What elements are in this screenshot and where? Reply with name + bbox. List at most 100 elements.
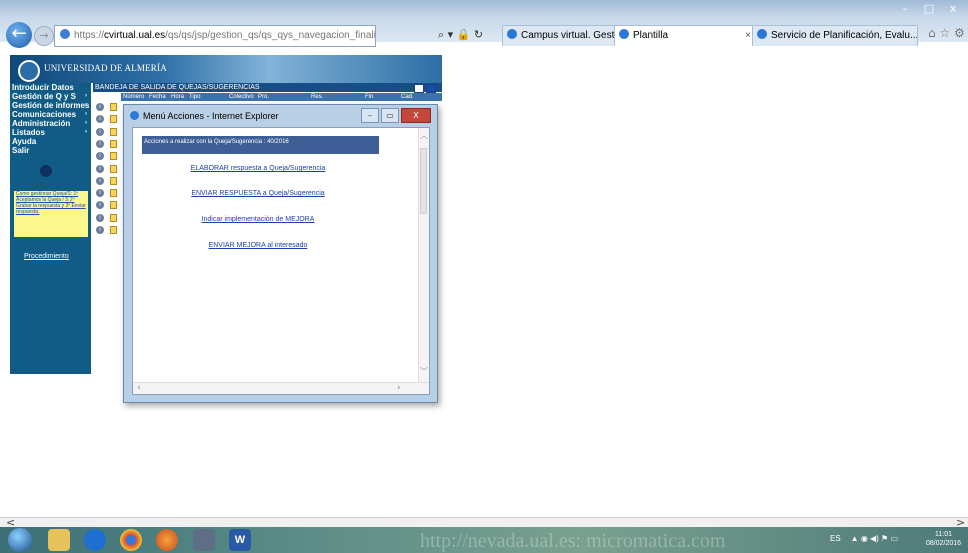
column-header[interactable]: Fin [365, 93, 373, 101]
clock[interactable]: 11:01 08/02/2016 [926, 530, 961, 548]
column-header[interactable]: Colectivo [229, 93, 254, 101]
info-icon[interactable]: i [96, 164, 104, 173]
procedure-link[interactable]: Procedimiento [24, 253, 69, 260]
info-icon[interactable]: i [96, 152, 104, 161]
table-row[interactable]: i [96, 127, 126, 137]
column-header[interactable]: Cad. [401, 93, 414, 101]
internet-explorer-icon[interactable] [84, 529, 106, 551]
document-icon[interactable] [110, 176, 117, 185]
indicar-mejora-link[interactable]: Indicar implementación de MEJORA [133, 216, 383, 223]
table-row[interactable]: i [96, 189, 126, 198]
site-banner: UNIVERSIDAD DE ALMERÍA [10, 55, 442, 83]
document-icon[interactable] [110, 213, 117, 222]
file-explorer-icon[interactable] [48, 529, 70, 551]
tab-page-icon [507, 29, 517, 39]
help-icon[interactable] [426, 84, 436, 93]
start-button-icon[interactable] [8, 528, 32, 552]
info-icon[interactable]: i [96, 103, 104, 111]
forward-button[interactable]: → [34, 26, 54, 46]
info-icon[interactable]: i [96, 213, 104, 222]
sidebar-item-administracion[interactable]: Administración › [10, 119, 91, 128]
document-icon[interactable] [110, 189, 117, 198]
table-row[interactable]: i [96, 226, 126, 235]
address-controls[interactable]: ⌕ ▾ 🔒 ↻ [438, 25, 498, 45]
column-header[interactable]: Res. [311, 93, 323, 101]
desktop-watermark: http://nevada.ual.es: micromatica.com [420, 530, 726, 552]
actions-banner: Acciones a realizar con la Queja/Sugeren… [142, 136, 379, 154]
dialog-minimize-button[interactable]: – [361, 108, 379, 123]
table-row[interactable]: i [96, 201, 126, 210]
scroll-right-icon[interactable]: › [397, 383, 401, 394]
document-icon[interactable] [110, 201, 117, 210]
back-arrow-icon: ← [11, 23, 27, 44]
tab-campus-virtual[interactable]: Campus virtual. Gestión de Qu... [502, 25, 618, 46]
sidebar-item-gestion-informes[interactable]: Gestión de informes › [10, 101, 91, 110]
sidebar-item-listados[interactable]: Listados › [10, 128, 91, 137]
info-icon[interactable]: i [96, 139, 104, 148]
window-maximize-button[interactable]: □ [918, 2, 940, 16]
window-controls: – □ x [894, 2, 964, 16]
firefox-icon[interactable] [156, 529, 178, 551]
window-icon[interactable] [414, 84, 424, 93]
chrome-icon[interactable] [120, 529, 142, 551]
sidebar-item-introducir-datos[interactable]: Introducir Datos [10, 83, 91, 92]
info-icon[interactable]: i [96, 115, 104, 124]
document-icon[interactable] [110, 226, 117, 234]
sidebar-item-gestion-qys[interactable]: Gestión de Q y S › [10, 92, 91, 101]
tab-plantilla[interactable]: Plantilla × [614, 25, 756, 46]
sidebar-item-label: Gestión de informes [12, 101, 90, 110]
document-icon[interactable] [110, 139, 117, 148]
sidebar-item-ayuda[interactable]: Ayuda [10, 137, 91, 146]
address-bar[interactable]: https://cvirtual.ual.es/qs/qs/jsp/gestio… [54, 25, 376, 47]
scroll-down-icon[interactable]: ﹀ [419, 366, 429, 377]
info-icon[interactable]: i [96, 189, 104, 198]
home-favorites-settings-icons[interactable]: ⌂ ☆ ⚙ [928, 26, 965, 40]
column-header[interactable]: Hora [171, 93, 184, 101]
scroll-left-icon[interactable]: ‹ [137, 383, 141, 394]
column-header[interactable]: Fecha [149, 93, 166, 101]
tab-label: Campus virtual. Gestión de Qu... [521, 30, 617, 41]
window-close-button[interactable]: x [942, 2, 964, 16]
table-row[interactable]: i [96, 103, 126, 112]
table-row[interactable]: i [96, 176, 126, 186]
info-icon[interactable]: i [96, 127, 104, 136]
back-button[interactable]: ← [6, 22, 32, 48]
table-row[interactable]: i [96, 164, 126, 174]
dialog-close-button[interactable]: X [401, 108, 431, 123]
table-row[interactable]: i [96, 115, 126, 124]
tray-icons[interactable]: ▲ ◉ ◀) ⚑ ▭ [851, 534, 898, 543]
enviar-respuesta-link[interactable]: ENVIAR RESPUESTA a Queja/Sugerencia [133, 190, 383, 197]
document-icon[interactable] [110, 152, 117, 161]
table-row[interactable]: i [96, 139, 126, 149]
dialog-horizontal-scrollbar[interactable]: ‹ › [133, 382, 429, 394]
table-row[interactable]: i [96, 213, 126, 223]
info-icon[interactable]: i [96, 201, 104, 210]
table-header-bar: BANDEJA DE SALIDA DE QUEJAS/SUGERENCIAS [93, 83, 442, 93]
column-header[interactable]: Pro. [258, 93, 269, 101]
app-icon[interactable] [193, 529, 215, 551]
sidebar-item-salir[interactable]: Salir [10, 146, 91, 155]
scroll-thumb[interactable] [420, 148, 427, 214]
document-icon[interactable] [110, 103, 117, 111]
sidebar-item-comunicaciones[interactable]: Comunicaciones › [10, 110, 91, 119]
language-indicator[interactable]: ES [830, 534, 841, 543]
tab-servicio-planificacion[interactable]: Servicio de Planificación, Evalu... [752, 25, 918, 46]
enviar-mejora-link[interactable]: ENVIAR MEJORA al interesado [133, 242, 383, 249]
dialog-vertical-scrollbar[interactable]: ︿ ﹀ [418, 128, 429, 382]
university-logo-icon [18, 60, 40, 82]
document-icon[interactable] [110, 127, 117, 136]
column-header[interactable]: Número [123, 93, 144, 101]
help-note[interactable]: Como gestionar Queja/S: 1º Aceptamos la … [14, 191, 88, 237]
info-icon[interactable]: i [96, 176, 104, 185]
document-icon[interactable] [110, 115, 117, 124]
info-icon[interactable]: i [96, 226, 104, 234]
tab-close-icon[interactable]: × [745, 26, 751, 46]
window-minimize-button[interactable]: – [894, 2, 916, 16]
table-row[interactable]: i [96, 152, 126, 161]
scroll-up-icon[interactable]: ︿ [419, 130, 429, 141]
dialog-maximize-button[interactable]: ▭ [381, 108, 399, 123]
word-icon[interactable]: W [229, 529, 251, 551]
document-icon[interactable] [110, 164, 117, 173]
column-header[interactable]: Tipo [189, 93, 200, 101]
elaborar-respuesta-link[interactable]: ELABORAR respuesta a Queja/Sugerencia [133, 165, 383, 172]
